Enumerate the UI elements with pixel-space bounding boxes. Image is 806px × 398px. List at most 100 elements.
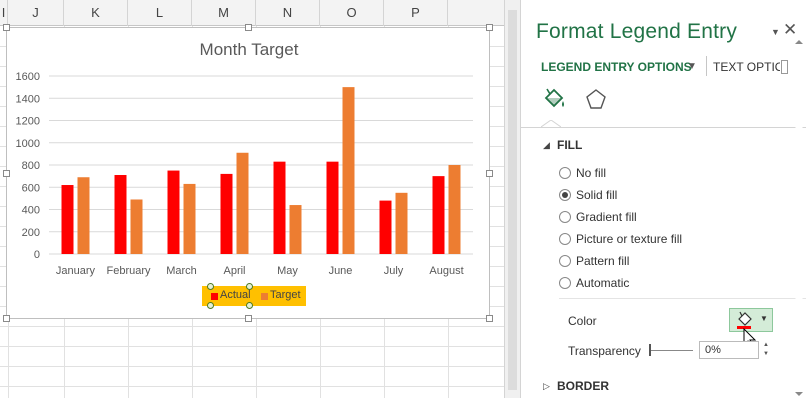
y-tick-label: 800 [22, 160, 40, 172]
gridline [0, 326, 520, 327]
bar-target [183, 183, 196, 254]
selection-handle[interactable] [246, 283, 253, 290]
legend-label-actual[interactable]: Actual [220, 289, 251, 301]
expand-caret-icon[interactable]: ▷ [543, 381, 550, 392]
chart-resize-handle[interactable] [245, 24, 252, 31]
chart-resize-handle[interactable] [3, 315, 10, 322]
radio-label[interactable]: No fill [576, 166, 606, 180]
chart-resize-handle[interactable] [3, 24, 10, 31]
transparency-input[interactable]: 0% [699, 341, 759, 359]
chart-resize-handle[interactable] [486, 170, 493, 177]
bar-target [289, 205, 302, 254]
column-header-p[interactable]: P [384, 0, 448, 26]
bar-actual [326, 161, 339, 254]
close-icon[interactable]: ✕ [783, 20, 797, 40]
radio-label[interactable]: Automatic [576, 276, 629, 290]
spin-down-icon[interactable]: ▼ [761, 350, 771, 359]
tab-scroll-right-button[interactable] [781, 60, 788, 74]
bar-actual [167, 170, 180, 254]
legend-label-target[interactable]: Target [270, 289, 301, 301]
column-header-l[interactable]: L [128, 0, 192, 26]
column-header-j[interactable]: J [8, 0, 64, 26]
x-tick-label: May [277, 265, 298, 277]
chart-resize-handle[interactable] [486, 24, 493, 31]
chart-legend[interactable]: Actual Target [202, 283, 306, 309]
chart-title: Month Target [200, 40, 299, 59]
radio-button[interactable] [559, 189, 571, 201]
divider [521, 127, 806, 128]
x-tick-label: April [223, 265, 245, 277]
bar-actual [114, 175, 127, 254]
radio-button[interactable] [559, 167, 571, 179]
spin-up-icon[interactable]: ▲ [761, 341, 771, 350]
collapse-caret-icon[interactable]: ◢ [543, 140, 550, 151]
radio-button[interactable] [559, 255, 571, 267]
selection-handle[interactable] [246, 302, 253, 309]
chart-resize-handle[interactable] [3, 170, 10, 177]
tab-legend-entry-options[interactable]: LEGEND ENTRY OPTIONS [541, 60, 692, 74]
pentagon-icon[interactable] [584, 87, 608, 111]
bar-actual [379, 200, 392, 254]
x-tick-label: June [329, 265, 353, 277]
gridline [0, 386, 520, 387]
spreadsheet-area[interactable]: I J K L M N O P Month Target 0 200 400 600 80… [0, 0, 520, 398]
gridline [0, 346, 520, 347]
x-tick-label: March [166, 265, 197, 277]
x-tick-label: January [56, 265, 96, 277]
bar-target [448, 165, 461, 254]
pane-options-menu-icon[interactable]: ▼ [771, 27, 780, 37]
y-tick-label: 600 [22, 182, 40, 194]
bar-target [236, 152, 249, 254]
radio-button[interactable] [559, 211, 571, 223]
divider [559, 298, 806, 299]
bar-target [342, 87, 355, 254]
pane-title: Format Legend Entry [536, 20, 738, 43]
radio-label[interactable]: Picture or texture fill [576, 232, 682, 246]
radio-button[interactable] [559, 233, 571, 245]
column-header-n[interactable]: N [256, 0, 320, 26]
bar-target [77, 177, 90, 254]
selection-handle[interactable] [207, 283, 214, 290]
radio-button[interactable] [559, 277, 571, 289]
chevron-down-icon[interactable]: ▼ [687, 61, 697, 72]
tab-separator [706, 56, 707, 76]
tab-text-options[interactable]: TEXT OPTIO [713, 60, 780, 74]
section-title-fill[interactable]: FILL [557, 138, 582, 152]
y-tick-label: 0 [34, 249, 40, 261]
bar-target [395, 192, 408, 254]
transparency-slider-thumb[interactable] [649, 344, 651, 356]
bar-actual [273, 161, 286, 254]
bar-target [130, 199, 143, 254]
chart-resize-handle[interactable] [245, 315, 252, 322]
column-header-m[interactable]: M [192, 0, 256, 26]
column-header-k[interactable]: K [64, 0, 128, 26]
vertical-scrollbar[interactable] [504, 0, 520, 398]
section-title-border[interactable]: BORDER [557, 379, 609, 393]
color-label: Color [568, 314, 597, 328]
scrollbar-thumb[interactable] [508, 10, 517, 390]
legend-marker-target [261, 293, 268, 300]
column-header-o[interactable]: O [320, 0, 384, 26]
chart-plot[interactable]: Month Target 0 200 400 600 800 1000 1200 1400 160… [7, 28, 491, 320]
chevron-down-icon[interactable]: ▼ [760, 314, 768, 323]
paint-bucket-icon [738, 311, 752, 326]
pane-scrollbar[interactable] [791, 40, 806, 398]
column-header-i[interactable]: I [0, 0, 8, 26]
y-tick-label: 1000 [16, 138, 40, 150]
format-legend-entry-pane: Format Legend Entry ▼ ✕ LEGEND ENTRY OPT… [520, 0, 806, 398]
bar-actual [61, 185, 74, 254]
radio-label[interactable]: Gradient fill [576, 210, 637, 224]
bar-actual [432, 176, 445, 254]
radio-label[interactable]: Pattern fill [576, 254, 629, 268]
chart-resize-handle[interactable] [486, 315, 493, 322]
chart-area[interactable]: Month Target 0 200 400 600 800 1000 1200 1400 160… [3, 24, 493, 322]
selection-handle[interactable] [207, 302, 214, 309]
gridline [0, 366, 520, 367]
transparency-slider[interactable] [649, 350, 693, 351]
paint-bucket-icon[interactable] [541, 87, 567, 113]
radio-label[interactable]: Solid fill [576, 188, 617, 202]
x-tick-label: July [384, 265, 404, 277]
legend-marker-actual [211, 293, 218, 300]
bar-actual [220, 173, 233, 254]
y-tick-label: 200 [22, 227, 40, 239]
